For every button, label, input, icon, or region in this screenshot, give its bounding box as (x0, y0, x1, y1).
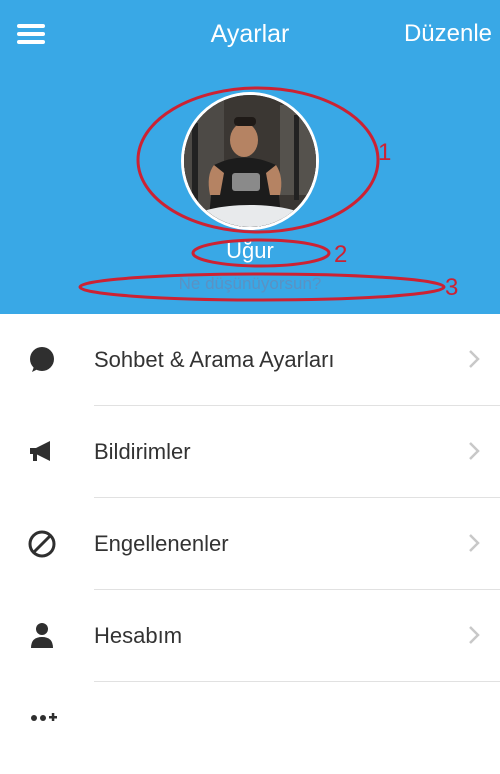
settings-list: Sohbet & Arama Ayarları Bildirimler Enge… (0, 314, 500, 774)
chevron-right-icon (469, 442, 480, 460)
settings-item-notifications[interactable]: Bildirimler (0, 406, 500, 498)
megaphone-icon (30, 441, 50, 461)
status-input[interactable]: Ne düşünüyorsun? (0, 272, 500, 296)
settings-item-label: Engellenenler (94, 531, 229, 556)
edit-button[interactable]: Düzenle (404, 18, 492, 50)
settings-item-account[interactable]: Hesabım (0, 590, 500, 682)
add-contacts-icon (31, 713, 57, 721)
avatar[interactable] (181, 92, 319, 230)
username[interactable]: Uğur (0, 237, 500, 265)
chevron-right-icon (469, 626, 480, 644)
profile-header: Ayarlar Düzenle Uğur Ne düşünüyorsun? 1 … (0, 0, 500, 314)
settings-item-chat[interactable]: Sohbet & Arama Ayarları (0, 314, 500, 406)
settings-item-label: Hesabım (94, 623, 183, 648)
chevron-right-icon (469, 534, 480, 552)
settings-item-label: Bildirimler (94, 439, 191, 464)
settings-item-label: Sohbet & Arama Ayarları (94, 347, 335, 372)
settings-item-partial[interactable] (0, 682, 500, 774)
person-icon (31, 623, 53, 648)
blocked-icon (28, 530, 56, 558)
avatar-photo (184, 95, 316, 227)
annotation-label-1: 1 (378, 139, 391, 166)
chevron-right-icon (469, 350, 480, 368)
settings-item-blocked[interactable]: Engellenenler (0, 498, 500, 590)
chat-bubble-icon (30, 347, 54, 372)
